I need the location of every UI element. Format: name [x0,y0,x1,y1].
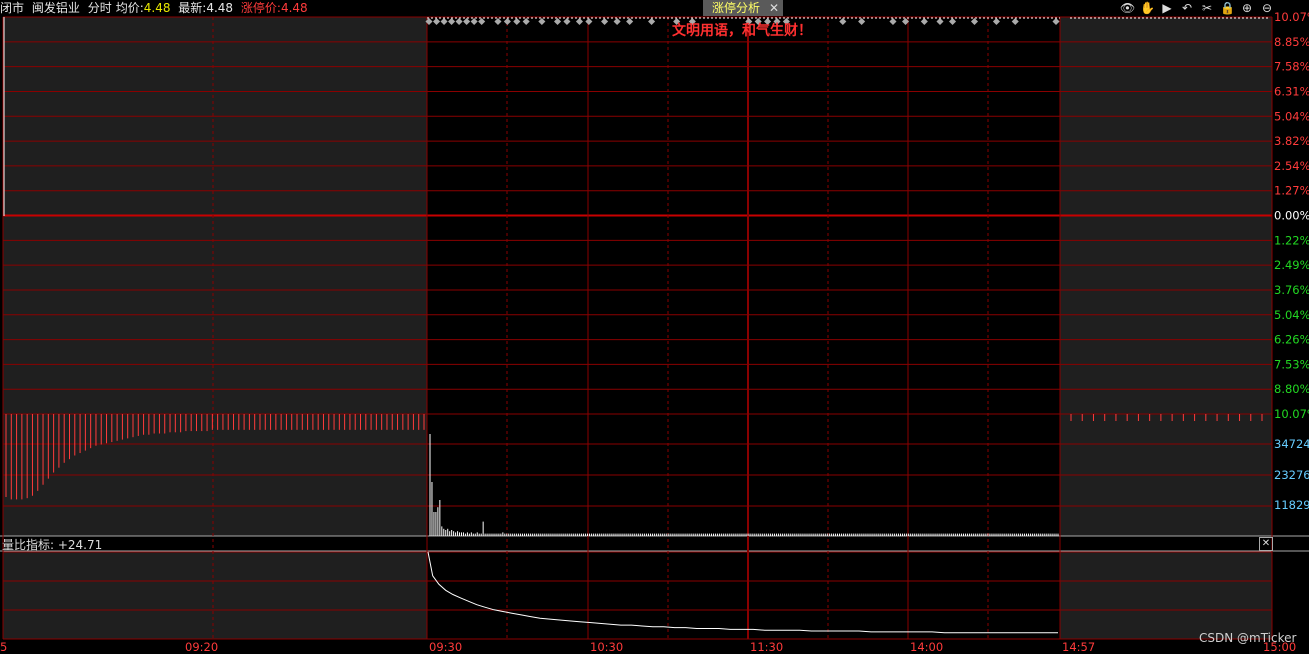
chart-mode: 分时 [87,1,112,15]
limit-up-marker [648,17,656,26]
price-axis-label: 8.85% [1274,35,1309,49]
volume-panel-close-icon[interactable]: ✕ [1259,537,1273,551]
limit-up-marker [1011,17,1019,26]
limit-up-marker [470,17,478,26]
limit-up-marker [585,17,593,26]
volume-axis-label: 11829 [1274,498,1309,512]
limit-up-marker [448,17,456,26]
price-axis-label: 1.27% [1274,184,1309,198]
zoom-in-icon[interactable]: ⊕ [1240,1,1254,15]
time-axis-label: 09:30 [429,640,462,654]
tab-limit-up-analysis[interactable]: 涨停分析 ✕ [703,0,783,16]
stock-name: 闽发铝业 [31,1,80,15]
price-axis-label: 6.31% [1274,84,1309,98]
play-icon[interactable]: ▶ [1160,1,1174,15]
price-axis-label: 8.80% [1274,382,1309,396]
price-axis-label: 7.53% [1274,357,1309,371]
time-axis-label: 5 [0,640,7,654]
volume-ratio-line [427,551,1058,634]
volume-ratio-title: 量比指标: +24.71 [2,538,103,552]
limit-up-marker [949,17,957,26]
limit-up-marker [513,17,521,26]
time-axis-label: 14:57 [1062,640,1095,654]
limit-up-marker [1052,17,1060,26]
price-axis-label: 10.07% [1274,407,1309,421]
market-status: 闭市 [0,1,25,15]
intraday-chart[interactable]: 10.07% 8.85% 7.58% 6.31% 5.04% 3.82% 2.54% 1.27… [0,0,1309,654]
price-axis-label: 5.04% [1274,308,1309,322]
limit-up-marker [494,17,502,26]
limit-up-marker [601,17,609,26]
price-axis-label: 1.22% [1274,233,1309,247]
scissors-icon[interactable]: ✂ [1200,1,1214,15]
limit-up-marker [440,17,448,26]
session-shade-1 [1060,17,1272,536]
avg-price-value: 4.48 [143,1,171,15]
price-axis-label: 5.04% [1274,109,1309,123]
limit-up-marker [970,17,979,26]
limit-up-marker [858,17,866,26]
limit-up-marker [920,17,928,26]
latest-price-label: 最新: [178,1,207,15]
limit-up-marker [613,17,621,26]
limit-up-marker [538,17,546,26]
limit-up-marker [626,17,634,26]
limit-up-marker [889,17,897,26]
price-axis-label: 0.00% [1274,209,1309,223]
limit-up-marker [503,17,511,26]
limit-up-marker [553,17,562,26]
limit-price-label: 涨停价: [240,1,281,15]
undo-icon[interactable]: ↶ [1180,1,1194,15]
price-axis-label: 3.82% [1274,134,1309,148]
time-axis-label: 11:30 [750,640,783,654]
chat-notice: 文明用语，和气生财！ [672,23,812,39]
quote-header: 闭市 闽发铝业 分时 均价:4.48 最新:4.48 涨停价:4.48 [0,0,1309,17]
price-axis-label: 3.76% [1274,283,1309,297]
tab-label: 涨停分析 [712,1,761,15]
price-axis-label: 2.49% [1274,258,1309,272]
limit-up-marker [936,17,944,26]
time-axis-label: 10:30 [590,640,623,654]
hand-icon[interactable]: ✋ [1140,1,1155,15]
latest-price-value: 4.48 [206,1,234,15]
zoom-out-icon[interactable]: ⊖ [1260,1,1274,15]
price-axis-label: 2.54% [1274,159,1309,173]
limit-up-marker [432,17,441,26]
ratio-shade-1 [1060,552,1272,639]
limit-up-marker [463,17,471,26]
eye-icon[interactable]: 👁 [1120,1,1135,15]
time-axis-label: 09:20 [185,640,218,654]
limit-up-marker [563,17,571,26]
limit-up-marker [455,17,463,26]
watermark: CSDN @mTicker [1199,631,1297,645]
limit-up-marker [522,17,530,26]
volume-axis-label: 23276 [1274,468,1309,482]
ratio-shade-0 [3,552,427,639]
limit-up-marker [992,17,1000,26]
session-shade-0 [3,17,427,536]
limit-up-marker [839,17,847,26]
avg-price-label: 均价: [115,1,144,15]
time-axis-label: 14:00 [910,640,943,654]
tab-close-icon[interactable]: ✕ [769,0,779,16]
volume-axis-label: 34724 [1274,437,1309,451]
price-axis-label: 6.26% [1274,333,1309,347]
limit-up-marker [575,17,584,26]
limit-price-value: 4.48 [280,1,308,15]
lock-icon[interactable]: 🔒 [1220,1,1235,15]
limit-up-marker [478,17,486,26]
price-axis-label: 7.58% [1274,60,1309,74]
